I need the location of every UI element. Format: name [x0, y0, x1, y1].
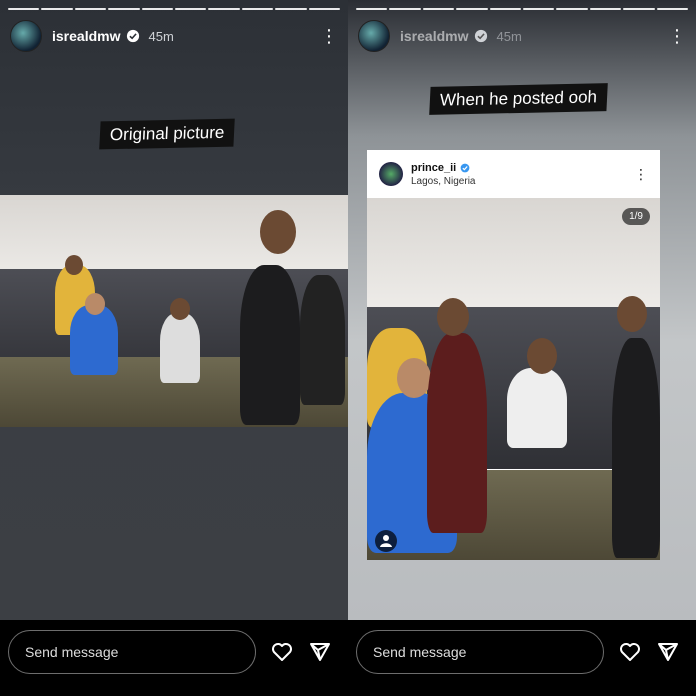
- story-progress-bar: [356, 8, 689, 10]
- post-location[interactable]: Lagos, Nigeria: [411, 176, 475, 187]
- send-icon[interactable]: [308, 640, 332, 664]
- story-footer: Send message: [0, 620, 348, 696]
- heart-icon[interactable]: [618, 640, 642, 664]
- send-message-input[interactable]: Send message: [356, 630, 604, 674]
- verified-icon: [475, 29, 488, 43]
- more-icon[interactable]: ⋮: [668, 27, 686, 45]
- story-username[interactable]: isrealdmw: [400, 28, 468, 44]
- avatar[interactable]: [10, 20, 42, 52]
- send-message-input[interactable]: Send message: [8, 630, 256, 674]
- post-header: prince_ii Lagos, Nigeria ⋮: [367, 150, 660, 198]
- story-time: 45m: [148, 28, 174, 44]
- story-caption: Original picture: [99, 118, 236, 150]
- story-panel-left: isrealdmw 45m ⋮ Original picture Send me…: [0, 0, 348, 696]
- user-tag-icon[interactable]: [375, 530, 397, 552]
- story-header: isrealdmw 45m ⋮: [358, 18, 686, 54]
- verified-icon: [127, 29, 140, 43]
- story-panel-right: isrealdmw 45m ⋮ When he posted ooh princ…: [348, 0, 696, 696]
- story-header: isrealdmw 45m ⋮: [10, 18, 338, 54]
- shared-post-card[interactable]: prince_ii Lagos, Nigeria ⋮ 1/9: [367, 150, 660, 560]
- heart-icon[interactable]: [270, 640, 294, 664]
- story-caption: When he posted ooh: [429, 83, 608, 115]
- story-progress-bar: [8, 8, 341, 10]
- story-canvas[interactable]: isrealdmw 45m ⋮ Original picture: [0, 0, 348, 620]
- avatar[interactable]: [358, 20, 390, 52]
- post-username[interactable]: prince_ii: [411, 162, 456, 174]
- story-username[interactable]: isrealdmw: [52, 28, 120, 44]
- story-comparison: isrealdmw 45m ⋮ Original picture Send me…: [0, 0, 696, 696]
- story-time: 45m: [496, 28, 522, 44]
- story-photo: [0, 195, 348, 427]
- send-icon[interactable]: [656, 640, 680, 664]
- carousel-counter: 1/9: [622, 208, 650, 225]
- post-photo: 1/9: [367, 198, 660, 560]
- verified-icon: [460, 163, 470, 172]
- more-icon[interactable]: ⋮: [634, 166, 648, 183]
- story-footer: Send message: [348, 620, 696, 696]
- more-icon[interactable]: ⋮: [320, 27, 338, 45]
- post-avatar[interactable]: [379, 162, 403, 186]
